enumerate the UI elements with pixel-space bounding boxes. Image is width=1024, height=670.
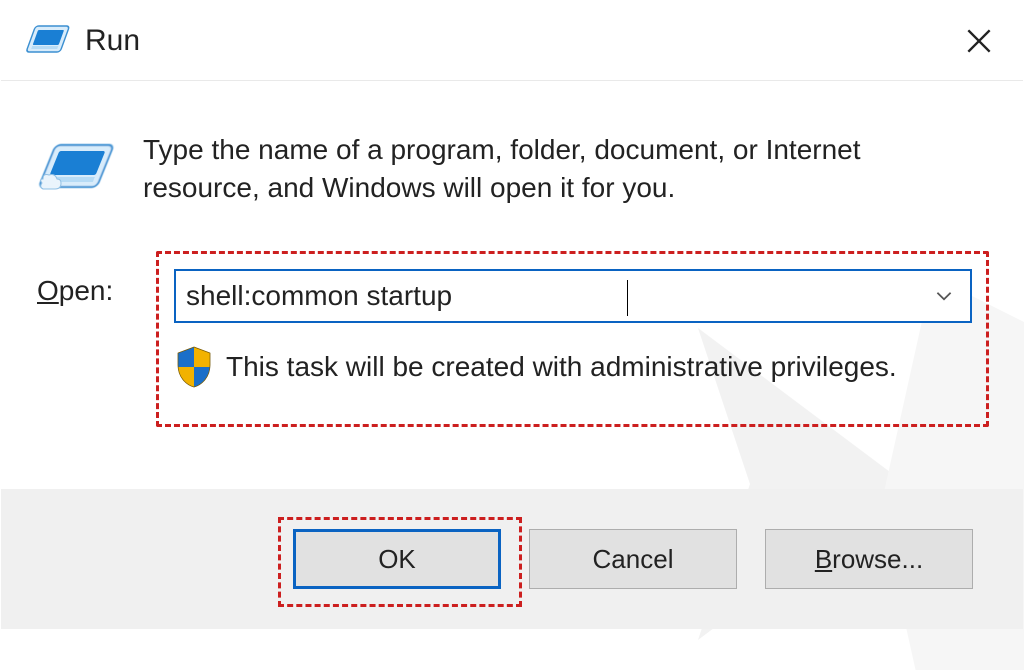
ok-button-label: OK xyxy=(378,544,416,575)
run-large-icon xyxy=(37,137,123,205)
open-input[interactable] xyxy=(176,271,918,321)
admin-note-text: This task will be created with administr… xyxy=(226,351,897,383)
run-icon xyxy=(25,22,71,60)
open-label: Open: xyxy=(37,275,113,307)
window-title: Run xyxy=(85,24,140,58)
browse-button[interactable]: Browse... xyxy=(765,529,973,589)
text-caret xyxy=(627,280,628,316)
description-text: Type the name of a program, folder, docu… xyxy=(143,131,903,207)
open-label-row: Open: xyxy=(37,275,113,307)
titlebar: Run xyxy=(1,1,1023,81)
dialog-body: Type the name of a program, folder, docu… xyxy=(1,81,1023,489)
admin-note-row: This task will be created with administr… xyxy=(174,345,897,389)
open-combobox[interactable] xyxy=(174,269,972,323)
dialog-footer: OK Cancel Browse... xyxy=(1,489,1023,629)
cancel-button[interactable]: Cancel xyxy=(529,529,737,589)
combobox-dropdown-button[interactable] xyxy=(918,271,970,321)
close-button[interactable] xyxy=(953,15,1005,67)
ok-button[interactable]: OK xyxy=(293,529,501,589)
description-row: Type the name of a program, folder, docu… xyxy=(37,131,987,207)
cancel-button-label: Cancel xyxy=(593,544,674,575)
run-dialog: Run xyxy=(1,1,1023,629)
browse-button-label: Browse... xyxy=(815,544,923,575)
uac-shield-icon xyxy=(174,345,214,389)
